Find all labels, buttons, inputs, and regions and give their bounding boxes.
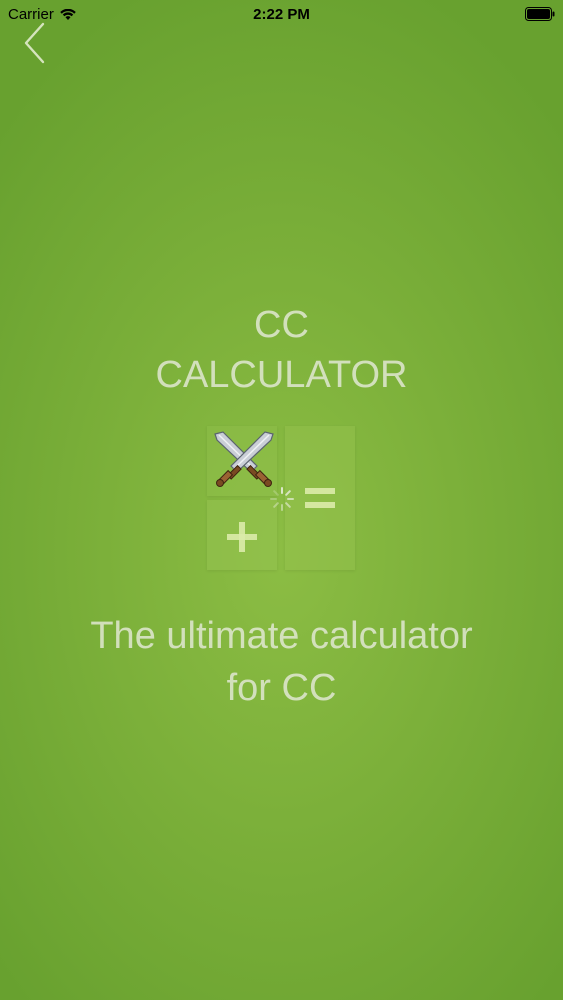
logo-tile-equals	[285, 426, 355, 570]
app-tagline-line2: for CC	[226, 667, 337, 709]
app-title: CC CALCULATOR	[0, 300, 563, 400]
status-time: 2:22 PM	[253, 6, 310, 23]
app-title-line2: CALCULATOR	[155, 354, 408, 396]
logo-tile-plus	[207, 500, 277, 570]
status-bar: Carrier 2:22 PM	[0, 0, 563, 30]
app-title-line1: CC	[254, 304, 309, 346]
logo-tile-swords	[207, 426, 277, 496]
crossed-swords-icon	[214, 431, 274, 487]
back-button[interactable]	[18, 20, 52, 66]
app-logo	[207, 426, 355, 574]
chevron-left-icon	[24, 22, 45, 64]
app-tagline-line1: The ultimate calculator	[90, 615, 473, 657]
plus-icon	[227, 522, 257, 552]
equals-icon	[305, 488, 335, 508]
app-tagline: The ultimate calculator for CC	[0, 610, 563, 714]
loading-spinner-icon	[270, 487, 294, 511]
battery-icon	[525, 7, 555, 21]
